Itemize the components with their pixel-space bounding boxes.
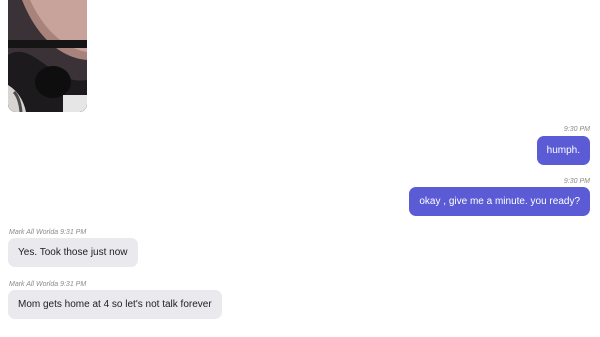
chat-thread: 9:30 PM humph. 9:30 PM okay , give me a … bbox=[0, 0, 600, 337]
sender-name-timestamp: Mark All Worlda 9:31 PM bbox=[9, 281, 87, 288]
incoming-message-bubble[interactable]: Mom gets home at 4 so let's not talk for… bbox=[8, 290, 222, 319]
shared-photo-attachment[interactable] bbox=[8, 0, 87, 112]
message-timestamp: 9:30 PM bbox=[563, 126, 590, 133]
photo-image bbox=[8, 0, 87, 112]
message-timestamp: 9:30 PM bbox=[563, 178, 590, 185]
outgoing-message-bubble[interactable]: humph. bbox=[536, 136, 590, 165]
sender-name-timestamp: Mark All Worlda 9:31 PM bbox=[9, 229, 87, 236]
incoming-message-bubble[interactable]: Yes. Took those just now bbox=[8, 238, 138, 267]
outgoing-message-bubble[interactable]: okay , give me a minute. you ready? bbox=[409, 187, 590, 216]
